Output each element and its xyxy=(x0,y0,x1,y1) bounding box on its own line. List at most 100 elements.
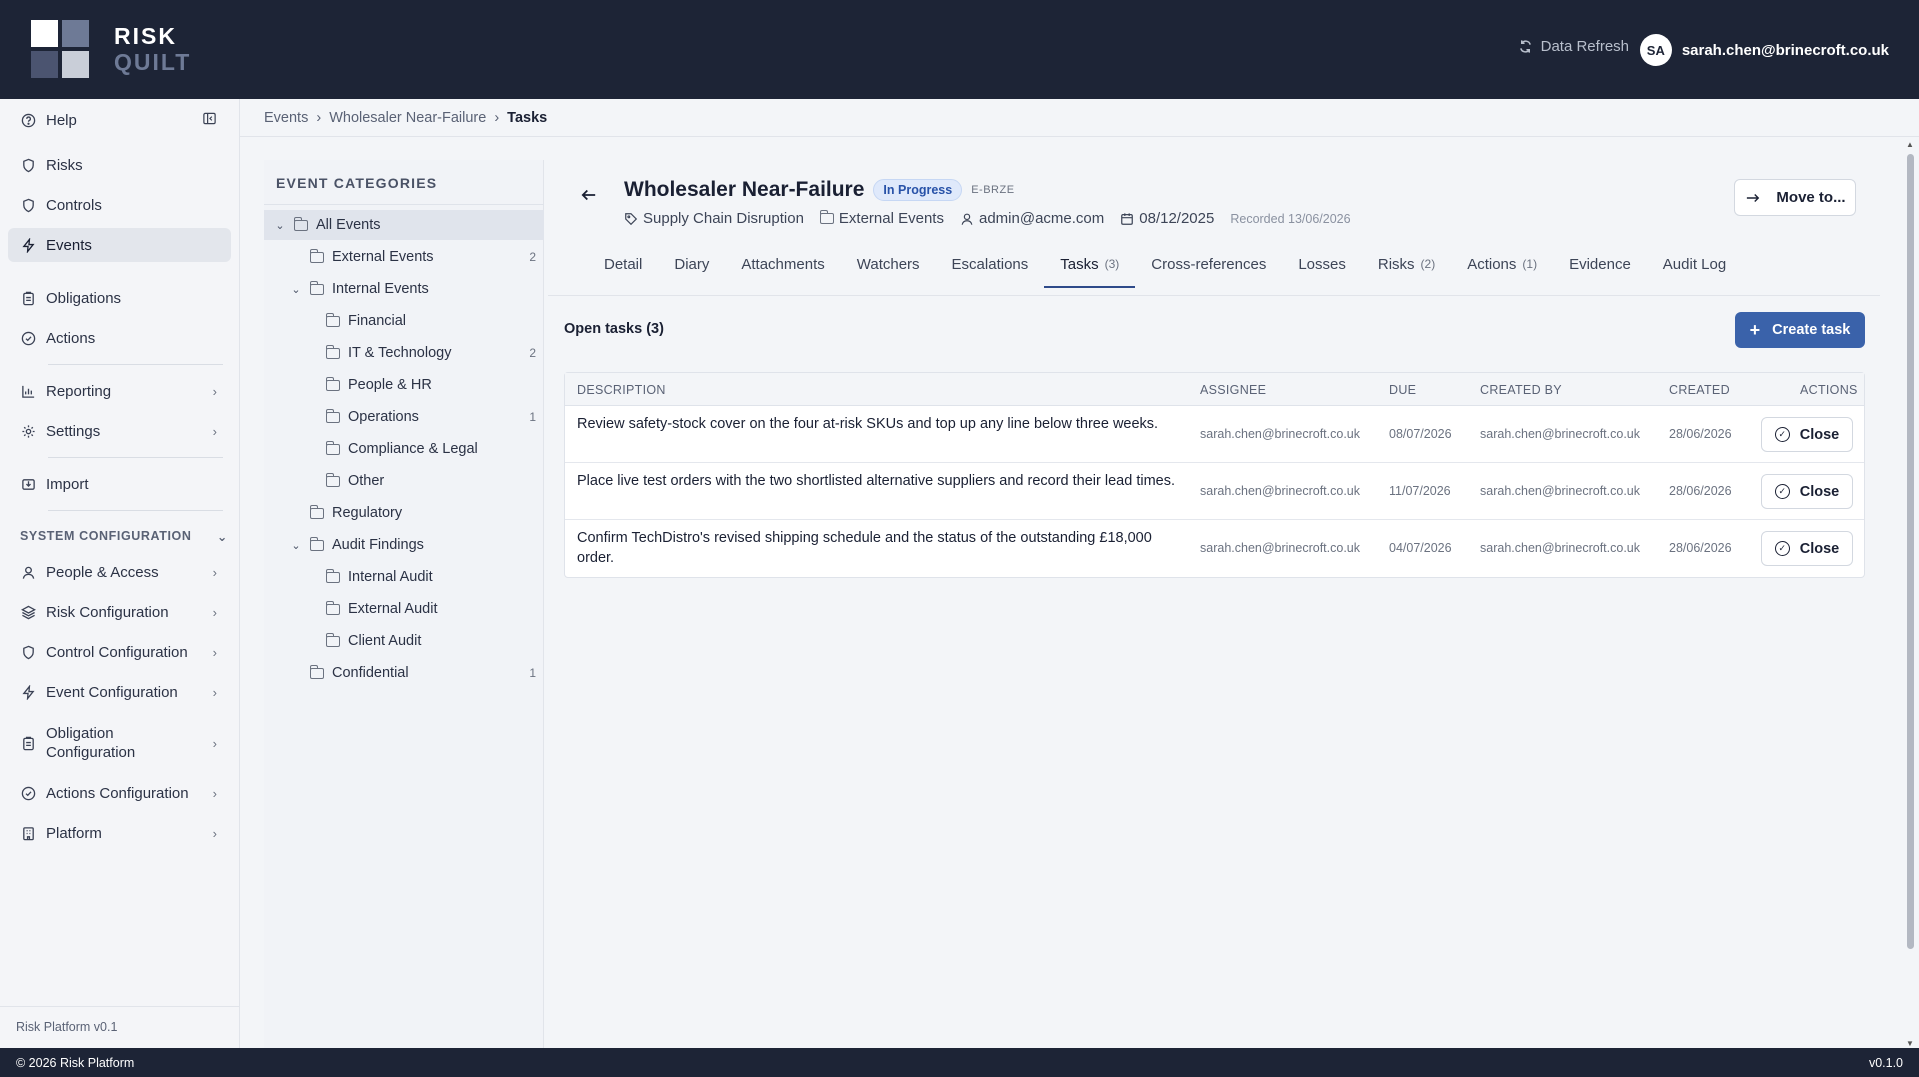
tab-escalations[interactable]: Escalations xyxy=(936,250,1045,278)
tab-actions[interactable]: Actions (1) xyxy=(1451,250,1553,278)
category-label: External Events xyxy=(332,249,434,265)
category-external-events[interactable]: External Events 2 xyxy=(309,242,544,272)
chevron-down-icon[interactable]: ⌄ xyxy=(290,283,302,296)
column-header-created[interactable]: CREATED xyxy=(1669,383,1730,397)
sidebar-item-reporting[interactable]: Reporting › xyxy=(8,374,231,408)
category-all-events[interactable]: ⌄ All Events xyxy=(264,210,544,240)
sidebar-item-actions-configuration[interactable]: Actions Configuration › xyxy=(8,776,231,810)
sidebar-item-events[interactable]: Events xyxy=(8,228,231,262)
category-label: Regulatory xyxy=(332,505,403,521)
move-to-button[interactable]: Move to... xyxy=(1734,179,1856,216)
sidebar-item-event-configuration[interactable]: Event Configuration › xyxy=(8,675,231,709)
chevron-right-icon: › xyxy=(212,825,217,841)
category-internal-events[interactable]: ⌄ Internal Events xyxy=(290,274,544,304)
scroll-up-icon[interactable]: ▲ xyxy=(1906,140,1914,149)
category-compliance-legal[interactable]: Compliance & Legal xyxy=(325,434,544,464)
system-configuration-heading[interactable]: SYSTEM CONFIGURATION ⌄ xyxy=(20,529,227,544)
scrollbar-thumb[interactable] xyxy=(1907,154,1914,949)
create-task-button[interactable]: + Create task xyxy=(1735,312,1865,348)
refresh-icon xyxy=(1519,40,1531,53)
sidebar-item-actions[interactable]: Actions xyxy=(8,321,231,355)
back-arrow-icon[interactable] xyxy=(580,186,598,209)
create-task-label: Create task xyxy=(1772,322,1851,338)
folder-icon xyxy=(309,664,324,679)
data-refresh-button[interactable]: Data Refresh xyxy=(1518,38,1629,55)
category-external-audit[interactable]: External Audit xyxy=(325,594,544,624)
sidebar-item-controls[interactable]: Controls xyxy=(8,188,231,222)
task-description[interactable]: Place live test orders with the two shor… xyxy=(577,472,1177,492)
tab-cross-references[interactable]: Cross-references xyxy=(1135,250,1282,278)
sidebar-item-platform[interactable]: Platform › xyxy=(8,816,231,850)
close-task-button[interactable]: ✓ Close xyxy=(1761,474,1853,509)
tab-diary[interactable]: Diary xyxy=(658,250,725,278)
tab-tasks[interactable]: Tasks (3) xyxy=(1044,250,1136,288)
sidebar-item-help[interactable]: Help xyxy=(8,103,231,137)
category-audit-findings[interactable]: ⌄ Audit Findings xyxy=(290,530,544,560)
tab-evidence[interactable]: Evidence xyxy=(1553,250,1647,278)
category-regulatory[interactable]: Regulatory xyxy=(309,498,544,528)
logo[interactable]: RISK QUILT xyxy=(31,20,191,78)
divider xyxy=(48,457,223,458)
tab-losses[interactable]: Losses xyxy=(1282,250,1362,278)
column-header-actions: ACTIONS xyxy=(1800,383,1858,397)
help-icon xyxy=(20,112,36,128)
tab-label: Audit Log xyxy=(1662,255,1727,273)
category-other[interactable]: Other xyxy=(325,466,544,496)
category-client-audit[interactable]: Client Audit xyxy=(325,626,544,656)
folder-icon xyxy=(325,600,340,615)
category-operations[interactable]: Operations 1 xyxy=(325,402,544,432)
vertical-scrollbar[interactable]: ▲ ▼ xyxy=(1906,140,1915,1048)
chevron-down-icon[interactable]: ⌄ xyxy=(274,219,286,232)
folder-icon xyxy=(325,472,340,487)
category-label: Financial xyxy=(348,313,407,329)
category-people-hr[interactable]: People & HR xyxy=(325,370,544,400)
sidebar-item-settings[interactable]: Settings › xyxy=(8,414,231,448)
tab-detail[interactable]: Detail xyxy=(588,250,658,278)
task-description[interactable]: Confirm TechDistro's revised shipping sc… xyxy=(577,529,1177,568)
move-to-label: Move to... xyxy=(1776,189,1846,206)
sidebar-item-risk-configuration[interactable]: Risk Configuration › xyxy=(8,595,231,629)
calendar-icon xyxy=(1121,212,1134,225)
sidebar-item-label: Obligations xyxy=(46,289,122,307)
breadcrumb-events[interactable]: Events xyxy=(264,110,308,126)
category-label: Internal Audit xyxy=(348,569,433,585)
sidebar-item-obligations[interactable]: Obligations xyxy=(8,281,231,315)
column-header-description[interactable]: DESCRIPTION xyxy=(577,383,666,397)
tab-attachments[interactable]: Attachments xyxy=(725,250,840,278)
chevron-down-icon[interactable]: ⌄ xyxy=(290,539,302,552)
tab-risks[interactable]: Risks (2) xyxy=(1362,250,1451,278)
task-assignee: sarah.chen@brinecroft.co.uk xyxy=(1200,427,1360,441)
divider xyxy=(264,204,544,205)
sidebar-item-label-line: Obligation xyxy=(46,725,114,742)
sidebar-item-obligation-configuration[interactable]: Obligation Configuration › xyxy=(8,719,231,767)
tab-watchers[interactable]: Watchers xyxy=(841,250,936,278)
sidebar-item-people-access[interactable]: People & Access › xyxy=(8,555,231,589)
user-menu[interactable]: SA sarah.chen@brinecroft.co.uk xyxy=(1639,34,1889,66)
tab-label: Watchers xyxy=(856,255,920,273)
category-label: People & HR xyxy=(348,377,432,393)
column-header-created-by[interactable]: CREATED BY xyxy=(1480,383,1562,397)
category-count: 2 xyxy=(529,250,536,264)
scroll-down-icon[interactable]: ▼ xyxy=(1906,1039,1914,1048)
sidebar-item-control-configuration[interactable]: Control Configuration › xyxy=(8,635,231,669)
category-internal-audit[interactable]: Internal Audit xyxy=(325,562,544,592)
collapse-sidebar-icon[interactable] xyxy=(202,111,217,129)
task-description[interactable]: Review safety-stock cover on the four at… xyxy=(577,415,1177,435)
folder-icon xyxy=(325,312,340,327)
category-count: 1 xyxy=(529,410,536,424)
category-financial[interactable]: Financial xyxy=(325,306,544,336)
close-task-button[interactable]: ✓ Close xyxy=(1761,417,1853,452)
page-title: Wholesaler Near-Failure xyxy=(624,178,865,201)
breadcrumb-event[interactable]: Wholesaler Near-Failure xyxy=(329,110,486,126)
sidebar: Help Risks Controls Events Obligations A… xyxy=(0,99,240,1048)
column-header-due[interactable]: DUE xyxy=(1389,383,1416,397)
tab-audit-log[interactable]: Audit Log xyxy=(1647,250,1742,278)
category-it-technology[interactable]: IT & Technology 2 xyxy=(325,338,544,368)
category-confidential[interactable]: Confidential 1 xyxy=(309,658,544,688)
recorded-date: Recorded 13/06/2026 xyxy=(1230,211,1351,226)
breadcrumb-separator-icon: › xyxy=(494,110,500,126)
sidebar-item-risks[interactable]: Risks xyxy=(8,148,231,182)
close-task-button[interactable]: ✓ Close xyxy=(1761,531,1853,566)
column-header-assignee[interactable]: ASSIGNEE xyxy=(1200,383,1266,397)
sidebar-item-import[interactable]: Import xyxy=(8,467,231,501)
